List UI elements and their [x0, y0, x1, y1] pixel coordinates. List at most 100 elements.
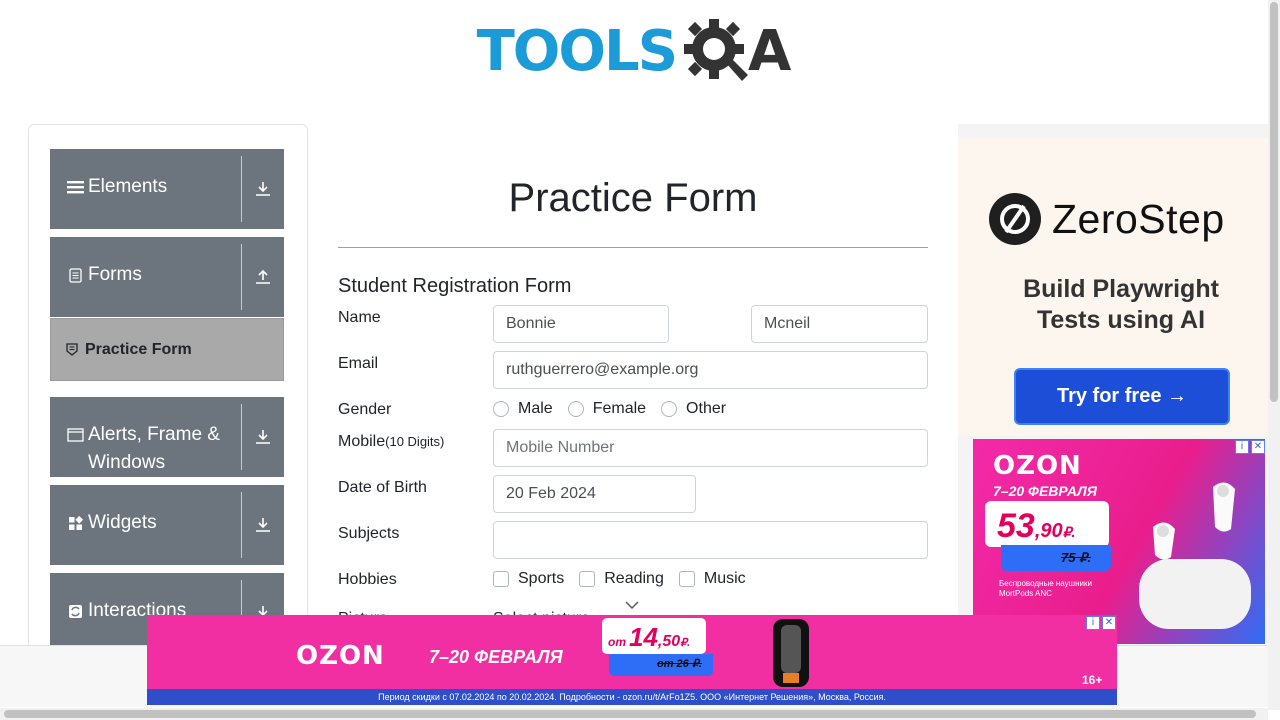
product-line: MortPods ANC: [999, 589, 1052, 598]
hobbies-label: Hobbies: [338, 571, 397, 588]
toolsqa-logo[interactable]: TOOLS A: [477, 14, 792, 90]
age-rating: 16+: [1082, 673, 1103, 687]
sidebar-group-label: Widgets: [88, 512, 157, 533]
vertical-scrollbar[interactable]: [1268, 0, 1280, 710]
header: TOOLS A: [0, 0, 1268, 110]
upload-icon[interactable]: [242, 237, 284, 317]
ozon-dates: 7–20 ФЕВРАЛЯ: [429, 647, 563, 667]
checkbox-box[interactable]: [579, 571, 596, 587]
zerostep-icon: [989, 193, 1041, 245]
download-icon[interactable]: [242, 397, 284, 477]
price-prefix: от: [608, 635, 626, 649]
download-icon[interactable]: [242, 485, 284, 565]
ad-choices: i ✕: [1086, 616, 1116, 630]
hobby-sports-checkbox[interactable]: Sports: [493, 570, 564, 588]
email-label: Email: [338, 355, 379, 372]
ad-choices: i ✕: [1235, 440, 1265, 454]
tagline-line: Build Playwright: [1023, 275, 1219, 303]
sidebar-group-widgets[interactable]: Widgets: [50, 485, 284, 565]
ozon-price-tag: от 14 ,50 ₽.: [602, 618, 706, 654]
checkbox-label: Music: [703, 570, 746, 587]
form-title: Student Registration Form: [338, 275, 572, 297]
window-icon: [66, 421, 84, 449]
hobby-music-checkbox[interactable]: Music: [678, 570, 746, 588]
product-line: Беспроводные наушники: [999, 579, 1092, 588]
sidebar-group-forms[interactable]: Forms: [50, 237, 284, 317]
tagline-line: Tests using AI: [1036, 306, 1206, 334]
hobbies-options: Sports Reading Music: [493, 570, 761, 588]
sidebar-group-alerts[interactable]: Alerts, Frame & Windows: [50, 397, 284, 477]
razor-image: [773, 619, 809, 687]
scrollbar-thumb[interactable]: [1270, 2, 1278, 402]
gender-options: Male Female Other: [493, 400, 741, 418]
first-name-input[interactable]: Bonnie: [493, 305, 669, 343]
ad-fine-print: Период скидки с 07.02.2024 по 20.02.2024…: [147, 689, 1117, 705]
zerostep-logo: ZeroStep: [988, 192, 1225, 246]
zerostep-tagline: Build Playwright Tests using AI: [958, 274, 1268, 336]
old-price: 75 ₽.: [1061, 550, 1091, 565]
gender-other-radio[interactable]: Other: [661, 400, 726, 418]
price-cents: ,90: [1034, 520, 1063, 542]
ad-close-icon[interactable]: ✕: [1251, 440, 1265, 454]
sidebar-group-label: Alerts, Frame & Windows: [88, 424, 220, 473]
zerostep-brand: ZeroStep: [1052, 195, 1225, 242]
chevron-down-icon[interactable]: [625, 600, 639, 610]
gear-magnifier-icon: [684, 19, 749, 81]
ozon-dates: 7–20 ФЕВРАЛЯ: [993, 483, 1097, 499]
clipboard-icon: [65, 343, 79, 356]
name-label: Name: [338, 309, 381, 326]
ad-close-icon[interactable]: ✕: [1102, 616, 1116, 630]
title-divider: [338, 247, 928, 248]
hobby-reading-checkbox[interactable]: Reading: [579, 570, 664, 588]
date-of-birth-input[interactable]: 20 Feb 2024: [493, 475, 696, 513]
sidebar-group-label: Elements: [88, 176, 168, 197]
ad-info-icon[interactable]: i: [1086, 616, 1100, 630]
gender-female-radio[interactable]: Female: [567, 400, 646, 418]
mobile-input[interactable]: Mobile Number: [493, 429, 928, 467]
menu-icon: [66, 173, 84, 201]
logo-suffix: A: [748, 19, 792, 84]
gender-male-radio[interactable]: Male: [493, 400, 553, 418]
checkbox-box[interactable]: [678, 571, 695, 587]
email-input[interactable]: ruthguerrero@example.org: [493, 351, 928, 389]
widgets-icon: [66, 509, 84, 537]
document-icon: [66, 261, 84, 289]
currency: ₽.: [1062, 524, 1076, 540]
page-title: Practice Form: [508, 176, 758, 220]
ozon-logo: OZON: [993, 451, 1082, 481]
ozon-ad-right[interactable]: OZON 7–20 ФЕВРАЛЯ 53 ,90 ₽. 75 ₽. Беспро…: [973, 439, 1265, 644]
zerostep-ad[interactable]: ZeroStep Build Playwright Tests using AI…: [958, 138, 1268, 436]
price: 14: [629, 622, 658, 652]
price: 53: [997, 507, 1035, 545]
ozon-logo: OZON: [296, 641, 385, 671]
ozon-ad-bottom[interactable]: OZON 7–20 ФЕВРАЛЯ от 14 ,50 ₽. от 26 ₽. …: [147, 615, 1117, 705]
subjects-input[interactable]: [493, 521, 928, 559]
sidebar-item-label: Practice Form: [85, 340, 192, 358]
download-icon[interactable]: [242, 149, 284, 229]
checkbox-box[interactable]: [493, 571, 509, 587]
ad-info-icon[interactable]: i: [1235, 440, 1249, 454]
mobile-label: Mobile(10 Digits): [338, 433, 444, 451]
earbuds-image: [1139, 482, 1251, 629]
radio-circle[interactable]: [567, 401, 584, 417]
dob-label: Date of Birth: [338, 479, 427, 496]
subjects-label: Subjects: [338, 525, 400, 542]
radio-label: Male: [518, 400, 553, 417]
mobile-hint: (10 Digits): [385, 434, 445, 449]
price-tag-strip: [1001, 545, 1111, 571]
sidebar: Elements Forms Practice Form Alerts, Fra…: [28, 124, 308, 664]
scrollbar-thumb[interactable]: [4, 710, 1256, 718]
old-price: от 26 ₽.: [657, 658, 702, 670]
sidebar-group-elements[interactable]: Elements: [50, 149, 284, 229]
try-for-free-button[interactable]: Try for free →: [1014, 368, 1230, 425]
sidebar-item-practice-form[interactable]: Practice Form: [50, 318, 284, 381]
page: TOOLS A Elements Forms Practice Form Ale…: [0, 0, 1280, 720]
radio-circle[interactable]: [661, 401, 678, 417]
last-name-input[interactable]: Mcneil: [751, 305, 928, 343]
currency: ₽.: [680, 637, 691, 649]
radio-label: Other: [686, 400, 727, 417]
horizontal-scrollbar[interactable]: [0, 708, 1268, 720]
radio-circle[interactable]: [493, 401, 509, 417]
right-ad-column: ZeroStep Build Playwright Tests using AI…: [958, 124, 1268, 644]
gender-label: Gender: [338, 401, 392, 418]
